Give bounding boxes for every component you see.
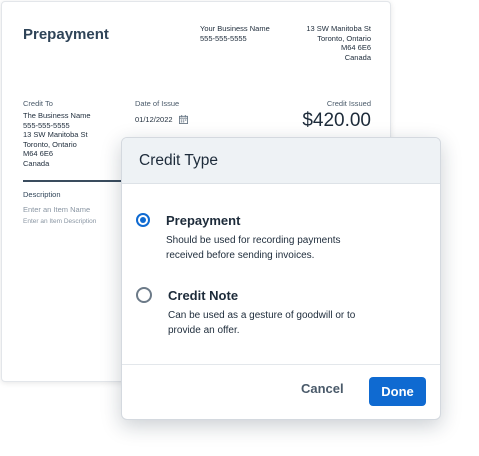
option-description-line: Should be used for recording payments [166,235,341,246]
option-description-line: provide an offer. [168,324,240,336]
address-line: 13 SW Manitoba St [306,24,371,33]
address-line: Toronto, Ontario [317,33,371,43]
description-section: Description Enter an Item Name Enter an … [23,190,96,225]
prepayment-radio[interactable] [136,213,150,227]
option-title[interactable]: Prepayment [166,213,240,228]
business-info: Your Business Name 555-555-5555 [200,24,270,43]
client-phone: 555-555-5555 [23,120,70,130]
document-title: Prepayment [23,26,109,43]
client-postal: M64 6E6 [23,149,54,158]
credit-issued-label: Credit Issued [326,99,371,108]
client-city: Toronto, Ontario [23,139,77,149]
done-button[interactable]: Done [369,377,426,406]
credit-type-dialog: Credit Type Prepayment Should be used fo… [121,137,441,420]
date-of-issue-label: Date of Issue [135,99,180,108]
option-description: Should be used for recording payments re… [166,234,341,263]
credit-note-radio[interactable] [136,287,152,303]
client-country: Canada [23,158,50,168]
option-title[interactable]: Credit Note [168,288,238,303]
calendar-icon[interactable] [178,115,188,125]
business-name: Your Business Name [200,24,270,33]
credit-to-label: Credit To [23,99,53,108]
client-name: The Business Name [23,111,91,120]
client-street: 13 SW Manitoba St [23,130,88,139]
date-of-issue-value[interactable]: 01/12/2022 [135,115,173,125]
description-label: Description [23,190,61,199]
item-description-input[interactable]: Enter an Item Description [23,218,96,225]
cancel-button[interactable]: Cancel [301,381,344,396]
credit-issued-amount: $420.00 [302,110,371,131]
business-address: 13 SW Manitoba St Toronto, Ontario M64 6… [306,24,371,62]
business-phone: 555-555-5555 [200,33,247,43]
dialog-title: Credit Type [139,151,218,169]
option-description-line: received before sending invoices. [166,249,315,261]
address-line: M64 6E6 [340,43,371,52]
dialog-header: Credit Type [122,138,440,184]
section-divider [23,180,133,182]
credit-to-section: Credit To The Business Name 555-555-5555… [23,99,91,168]
date-of-issue-field[interactable]: 01/12/2022 [135,115,188,125]
option-description: Can be used as a gesture of goodwill or … [168,309,355,338]
credit-issued-section: Credit Issued $420.00 [302,99,371,132]
date-of-issue-section: Date of Issue 01/12/2022 [135,99,188,125]
dialog-footer: Cancel Done [122,364,440,419]
option-description-line: Can be used as a gesture of goodwill or … [168,310,356,321]
address-line: Canada [344,52,371,62]
item-name-input[interactable]: Enter an Item Name [23,205,96,214]
